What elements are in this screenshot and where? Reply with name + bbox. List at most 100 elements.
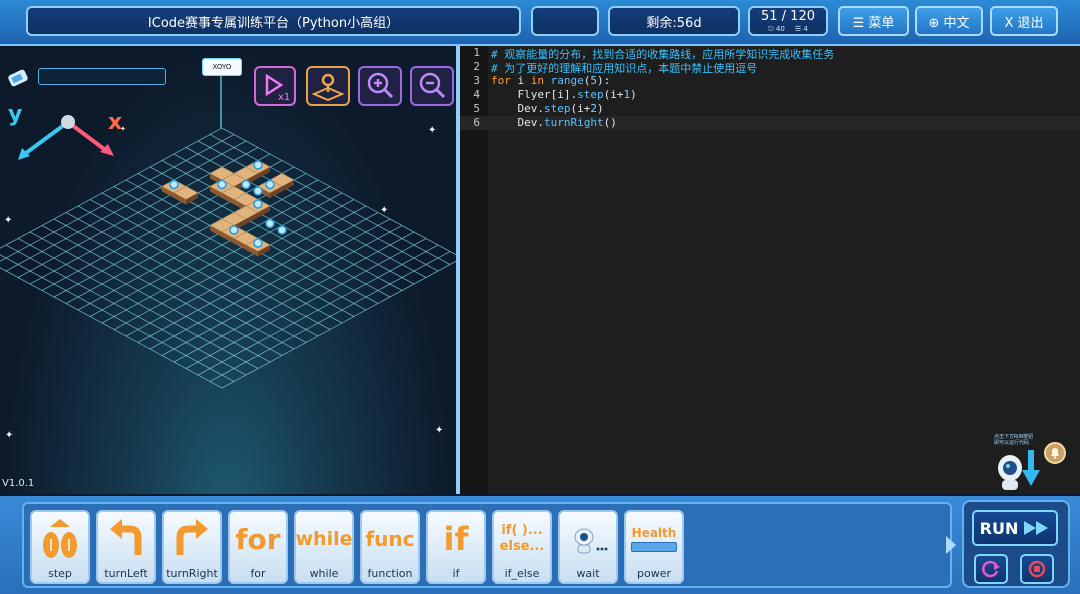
language-button-label: ⊕ 中文	[928, 15, 970, 31]
block-step[interactable]: step	[30, 510, 90, 584]
progress-sub-a: ⎋ 40	[768, 24, 785, 33]
code-text: Flyer[i].step(i+1)	[491, 88, 637, 101]
map-button[interactable]	[306, 66, 350, 106]
speed-button[interactable]: x1	[254, 66, 296, 106]
bell-icon	[1051, 448, 1059, 459]
health-bar-icon	[631, 542, 677, 552]
block-label: function	[367, 567, 413, 580]
robot-wait-icon	[560, 514, 616, 564]
game-canvas[interactable]: ✦ ✦ ✦ ✦ ✦ ✦ ✦ y x XOYO x1 V1.0.1	[0, 46, 456, 494]
block-while[interactable]: while while	[294, 510, 354, 584]
coordinate-marker: XOYO	[202, 58, 242, 76]
health-icon: Health	[626, 514, 682, 564]
block-palette: step turnLeft turnRight for for while wh…	[22, 502, 952, 588]
block-label: if_else	[504, 567, 540, 580]
health-icon-text: Health	[631, 526, 677, 540]
energy-pickup-icon	[265, 218, 275, 229]
remaining-days: 剩余:56d	[608, 6, 740, 36]
run-button-label: RUN	[979, 518, 1019, 538]
run-panel: RUN	[962, 500, 1070, 588]
code-line[interactable]: 1 # 观察能量的分布，找到合适的收集路线，应用所学知识完成收集任务	[460, 46, 1080, 61]
x-axis-label: x	[108, 110, 123, 135]
bottom-toolbar: step turnLeft turnRight for for while wh…	[0, 496, 1080, 594]
code-line[interactable]: 2 # 为了更好的理解和应用知识点，本题中禁止使用逗号	[460, 60, 1080, 75]
helper-robot[interactable]: 点击下方RUN按钮 即可以运行代码	[994, 434, 1052, 490]
exit-button[interactable]: X 退出	[990, 6, 1058, 36]
zoom-in-icon	[367, 72, 394, 99]
zoom-out-icon	[419, 72, 446, 99]
refresh-icon	[982, 560, 1000, 578]
energy-pickup-icon	[169, 179, 179, 190]
turn-right-icon	[164, 514, 220, 564]
if-else-icon: if( )... else...	[494, 514, 550, 564]
scroll-left-icon[interactable]	[4, 536, 14, 554]
energy-pickup-icon	[253, 186, 263, 196]
for-icon: for	[235, 522, 281, 556]
language-button[interactable]: ⊕ 中文	[915, 6, 983, 36]
code-text: for i in range(5):	[491, 74, 611, 87]
progress-sub-b: ☰ 4	[794, 24, 808, 33]
block-turn-right[interactable]: turnRight	[162, 510, 222, 584]
energy-pickup-icon	[265, 179, 275, 190]
block-function[interactable]: func function	[360, 510, 420, 584]
while-icon: while	[295, 528, 353, 550]
block-if-else[interactable]: if( )... else... if_else	[492, 510, 552, 584]
menu-button[interactable]: ☰ 菜单	[838, 6, 909, 36]
block-wait[interactable]: wait	[558, 510, 618, 584]
block-label: turnRight	[166, 567, 218, 580]
code-line[interactable]: 4 Flyer[i].step(i+1)	[460, 88, 1080, 102]
zoom-in-button[interactable]	[358, 66, 402, 106]
svg-text:x1: x1	[278, 92, 290, 103]
energy-pickup-icon	[241, 179, 251, 190]
line-number: 5	[473, 102, 480, 115]
if-else-icon-text-b: else...	[499, 539, 545, 554]
code-editor[interactable]: 1 # 观察能量的分布，找到合适的收集路线，应用所学知识完成收集任务 2 # 为…	[460, 46, 1080, 494]
block-for[interactable]: for for	[228, 510, 288, 584]
blank-status-box	[531, 6, 599, 36]
run-button[interactable]: RUN	[972, 510, 1058, 546]
block-label: step	[48, 567, 72, 580]
top-bar: ICode赛事专属训练平台（Python小高组） 剩余:56d 51 / 120…	[0, 0, 1080, 46]
code-text: Dev.step(i+2)	[491, 102, 604, 115]
block-label: for	[250, 567, 266, 580]
coordinate-marker-text: XOYO	[212, 63, 232, 71]
line-number: 1	[473, 46, 480, 59]
energy-bar	[38, 68, 166, 85]
menu-button-label: ☰ 菜单	[852, 15, 895, 31]
code-line[interactable]: 5 Dev.step(i+2)	[460, 102, 1080, 116]
func-icon: func	[365, 527, 415, 551]
block-label: wait	[576, 567, 600, 580]
turn-left-icon	[98, 514, 154, 564]
fast-forward-icon	[1024, 521, 1049, 535]
block-label: power	[637, 567, 671, 580]
reset-button[interactable]	[974, 554, 1008, 584]
code-line[interactable]: 3 for i in range(5):	[460, 74, 1080, 88]
map-location-icon	[311, 73, 345, 102]
block-power[interactable]: Health power	[624, 510, 684, 584]
zoom-out-button[interactable]	[410, 66, 454, 106]
scroll-right-icon[interactable]	[946, 536, 956, 554]
block-label: if	[452, 567, 460, 580]
if-icon: if	[443, 520, 469, 558]
step-icon	[32, 514, 88, 564]
energy-pickup-icon	[253, 160, 263, 170]
level-progress: 51 / 120 ⎋ 40 ☰ 4	[748, 6, 828, 36]
energy-pickup-icon	[277, 225, 287, 235]
if-else-icon-text-a: if( )...	[501, 523, 543, 538]
battery-icon	[6, 68, 32, 88]
block-turn-left[interactable]: turnLeft	[96, 510, 156, 584]
code-line-active[interactable]: 6 Dev.turnRight()	[460, 116, 1080, 130]
stop-icon	[1028, 560, 1046, 578]
stop-button[interactable]	[1020, 554, 1054, 584]
block-label: turnLeft	[104, 567, 148, 580]
block-if[interactable]: if if	[426, 510, 486, 584]
line-number: 4	[473, 88, 480, 101]
exit-button-label: X 退出	[1004, 15, 1044, 31]
code-text: Dev.turnRight()	[491, 116, 617, 129]
y-axis-label: y	[8, 102, 23, 127]
line-number: 2	[473, 60, 480, 73]
notification-button[interactable]	[1044, 442, 1066, 464]
platform-title-text: ICode赛事专属训练平台（Python小高组）	[147, 15, 400, 31]
play-speed-icon: x1	[265, 73, 290, 103]
run-hint-text: 点击下方RUN按钮 即可以运行代码	[994, 434, 1034, 446]
